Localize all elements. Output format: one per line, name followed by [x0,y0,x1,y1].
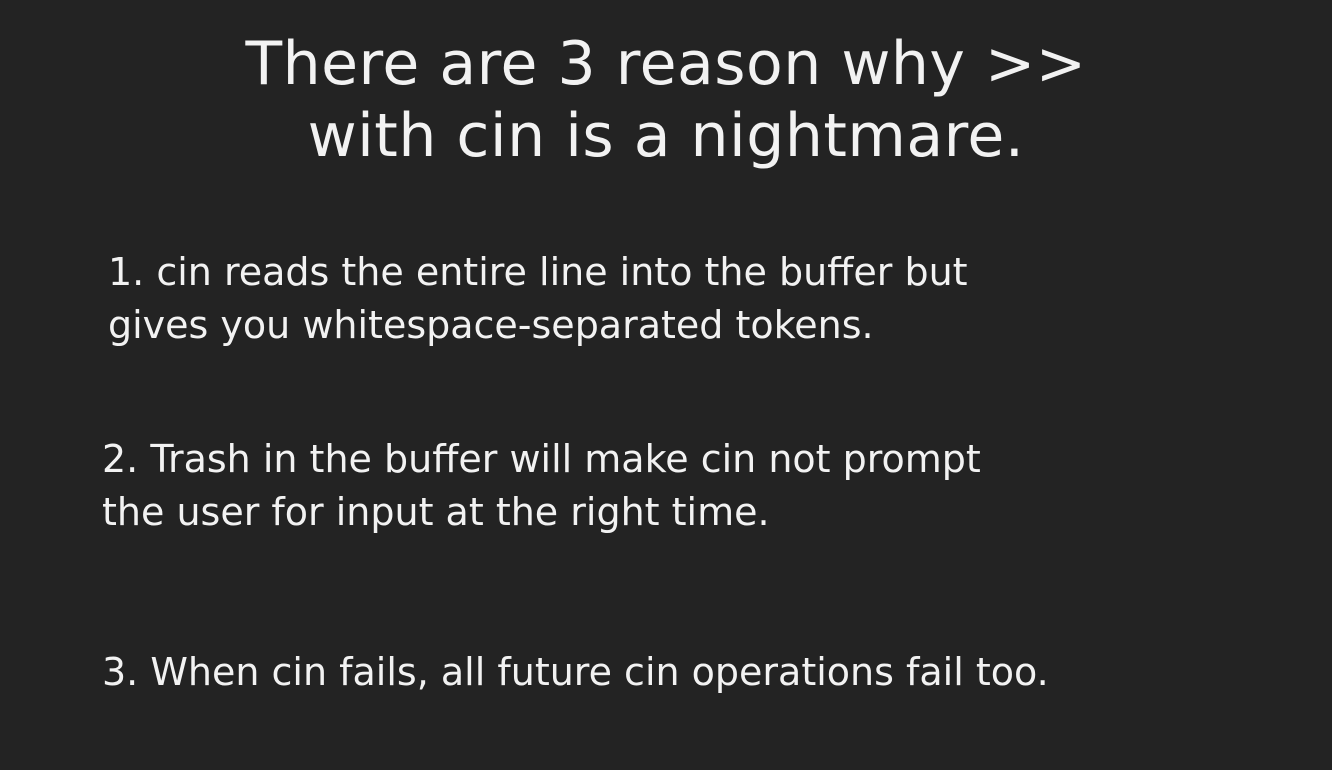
title-line-1: There are 3 reason why >> [245,29,1087,99]
reason-1: 1. cin reads the entire line into the bu… [108,246,968,352]
title-line-2: with cin is a nightmare. [307,101,1025,171]
reason-2-line-2: the user for input at the right time. [102,490,770,534]
slide-title: There are 3 reason why >> with cin is a … [0,28,1332,172]
slide: There are 3 reason why >> with cin is a … [0,0,1332,770]
reason-3-line-1: 3. When cin fails, all future cin operat… [102,650,1049,694]
reason-2-line-1: 2. Trash in the buffer will make cin not… [102,437,981,481]
reason-3: 3. When cin fails, all future cin operat… [102,646,1049,699]
reason-1-line-2: gives you whitespace-separated tokens. [108,303,874,347]
reason-2: 2. Trash in the buffer will make cin not… [102,433,981,539]
reason-1-line-1: 1. cin reads the entire line into the bu… [108,250,968,294]
